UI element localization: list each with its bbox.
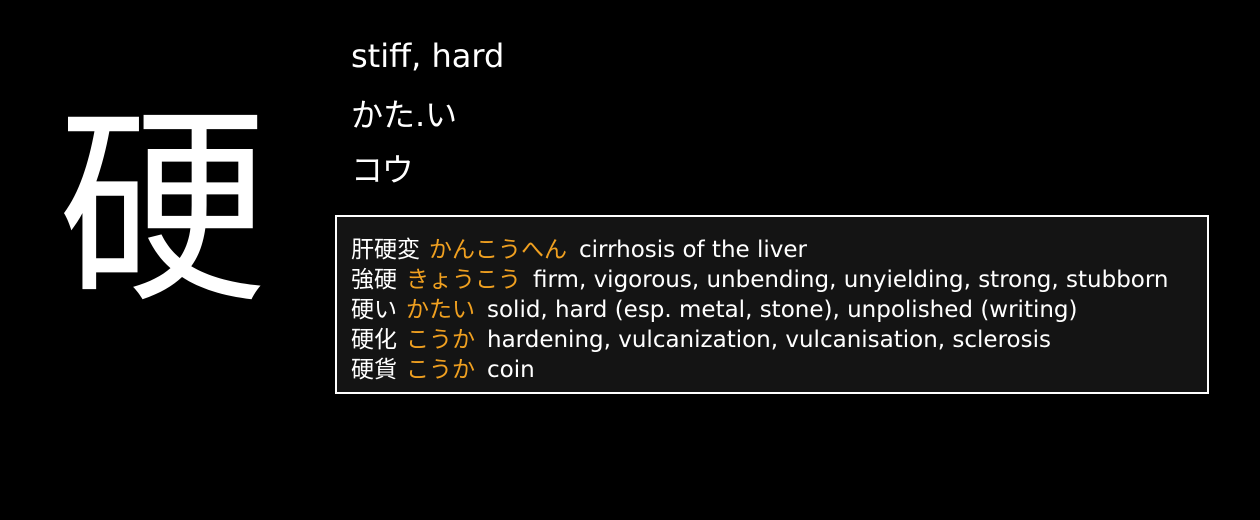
vocab-reading: かたい <box>406 297 475 323</box>
on-reading: コウ <box>351 151 414 189</box>
vocab-row: 肝硬変 かんこうへん cirrhosis of the liver <box>351 235 1207 265</box>
vocab-word: 肝硬変 <box>351 237 420 263</box>
vocab-word: 硬貨 <box>351 357 397 383</box>
vocab-gloss: hardening, vulcanization, vulcanisation,… <box>487 327 1051 353</box>
vocab-gloss: firm, vigorous, unbending, unyielding, s… <box>533 267 1169 293</box>
vocab-gloss: cirrhosis of the liver <box>579 237 807 263</box>
vocab-word: 強硬 <box>351 267 397 293</box>
vocab-gloss: solid, hard (esp. metal, stone), unpolis… <box>487 297 1078 323</box>
vocab-row: 硬化 こうか hardening, vulcanization, vulcanisa… <box>351 325 1207 355</box>
vocab-reading: こうか <box>406 327 475 353</box>
vocab-row: 硬い かたい solid, hard (esp. metal, stone), un… <box>351 295 1207 325</box>
vocabulary-list: 肝硬変 かんこうへん cirrhosis of the liver 強硬 きょうこう f… <box>335 215 1209 394</box>
vocab-word: 硬い <box>351 297 397 323</box>
vocab-gloss: coin <box>487 357 535 383</box>
kun-reading: かた.い <box>351 96 458 134</box>
vocab-row: 強硬 きょうこう firm, vigorous, unbending, unyiel… <box>351 265 1207 295</box>
kanji-meaning: stiff, hard <box>351 37 505 75</box>
vocab-reading: かんこうへん <box>429 237 567 263</box>
vocab-word: 硬化 <box>351 327 397 353</box>
vocab-reading: きょうこう <box>406 267 521 293</box>
vocab-reading: こうか <box>406 357 475 383</box>
vocab-row: 硬貨 こうか coin <box>351 355 1207 385</box>
kanji-character: 硬 <box>57 87 268 332</box>
